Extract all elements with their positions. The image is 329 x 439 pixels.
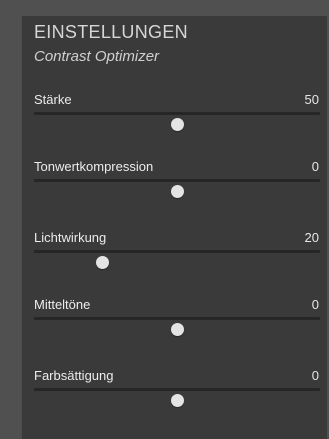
- slider-label: Tonwertkompression: [34, 159, 154, 174]
- slider-thumb[interactable]: [96, 256, 110, 269]
- panel-title: EINSTELLUNGEN: [34, 22, 188, 42]
- slider-value[interactable]: 0: [312, 159, 319, 174]
- slider-staerke[interactable]: Stärke 50: [22, 92, 327, 152]
- slider-label: Stärke: [34, 92, 72, 107]
- settings-window: EINSTELLUNGEN Contrast Optimizer Stärke …: [0, 0, 329, 439]
- slider-lichtwirkung[interactable]: Lichtwirkung 20: [22, 230, 327, 290]
- slider-label: Farbsättigung: [34, 368, 114, 383]
- slider-thumb[interactable]: [170, 394, 184, 407]
- panel-subtitle: Contrast Optimizer: [34, 48, 160, 65]
- slider-label: Lichtwirkung: [34, 230, 107, 245]
- slider-tonwertkompression[interactable]: Tonwertkompression 0: [22, 159, 327, 219]
- slider-track[interactable]: [34, 250, 320, 253]
- slider-track[interactable]: [34, 317, 320, 320]
- settings-panel: EINSTELLUNGEN Contrast Optimizer Stärke …: [21, 16, 327, 439]
- slider-label: Mitteltöne: [34, 297, 91, 312]
- slider-value[interactable]: 0: [312, 368, 319, 383]
- slider-thumb[interactable]: [170, 185, 184, 198]
- slider-thumb[interactable]: [170, 323, 184, 336]
- slider-value[interactable]: 0: [312, 297, 319, 312]
- slider-farbsaettigung[interactable]: Farbsättigung 0: [22, 368, 327, 428]
- slider-value[interactable]: 50: [305, 92, 319, 107]
- slider-track[interactable]: [34, 388, 320, 391]
- slider-value[interactable]: 20: [305, 230, 319, 245]
- slider-track[interactable]: [34, 179, 320, 182]
- slider-thumb[interactable]: [170, 118, 184, 131]
- slider-track[interactable]: [34, 112, 320, 115]
- slider-mitteltoene[interactable]: Mitteltöne 0: [22, 297, 327, 357]
